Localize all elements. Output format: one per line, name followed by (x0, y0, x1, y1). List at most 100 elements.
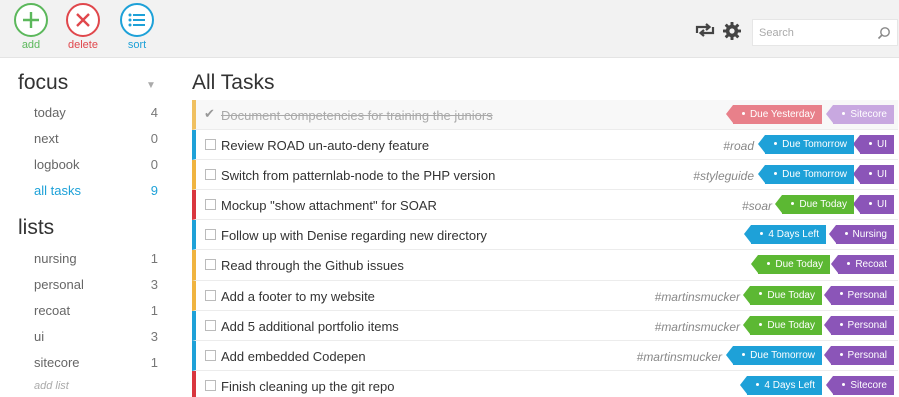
task-row[interactable]: Follow up with Denise regarding new dire… (192, 220, 898, 251)
sidebar-item-label: logbook (34, 157, 80, 172)
list-label[interactable]: Nursing (828, 225, 894, 245)
task-row[interactable]: Add a footer to my website Personal Due To… (192, 280, 898, 311)
task-checkbox[interactable] (205, 199, 216, 211)
task-checkbox[interactable] (205, 289, 216, 301)
sidebar: focus ▼ today 4 next 0 logbook 0 all tas… (0, 58, 172, 397)
sidebar-item-label: sitecore (34, 355, 80, 370)
task-hashtag[interactable]: #martinsmucker (655, 290, 740, 304)
task-row[interactable]: Finish cleaning up the git repo Sitecore 4… (192, 370, 898, 397)
sidebar-item-count: 9 (150, 183, 158, 198)
task-hashtag[interactable]: #martinsmucker (655, 320, 740, 334)
plus-icon (14, 3, 48, 37)
due-label[interactable]: Due Today (775, 195, 854, 215)
task-checkbox[interactable] (205, 259, 216, 271)
delete-button[interactable]: delete (58, 3, 108, 51)
sidebar-item-personal[interactable]: personal 3 (34, 277, 158, 297)
page-title: All Tasks (192, 71, 275, 94)
due-label[interactable]: Due Today (743, 315, 822, 335)
task-title: Switch from patternlab-node to the PHP v… (221, 168, 496, 184)
list-label[interactable]: UI (853, 135, 894, 155)
due-label[interactable]: Due Today (743, 285, 822, 305)
list-label[interactable]: Personal (823, 285, 894, 305)
due-label[interactable]: Due Yesterday (725, 105, 822, 124)
label-dot-icon (742, 352, 746, 356)
list-label[interactable]: UI (853, 195, 894, 215)
task-list: ✔ Document competencies for training the … (192, 100, 898, 397)
task-hashtag[interactable]: #road (723, 139, 754, 153)
label-dot-icon (759, 292, 763, 296)
sidebar-item-today[interactable]: today 4 (34, 105, 158, 125)
sidebar-item-all-tasks[interactable]: all tasks 9 (34, 183, 158, 203)
toolbar: add delete sort (0, 0, 899, 58)
list-icon (120, 3, 154, 37)
list-label[interactable]: Sitecore (826, 105, 894, 124)
due-label[interactable]: Due Today (751, 255, 830, 275)
sort-button[interactable]: sort (112, 3, 162, 51)
task-checkbox[interactable] (205, 349, 216, 361)
list-label[interactable]: Personal (823, 315, 894, 335)
sidebar-item-next[interactable]: next 0 (34, 131, 158, 151)
task-hashtag[interactable]: #soar (742, 199, 772, 213)
task-row[interactable]: Review ROAD un-auto-deny feature UI Due To… (192, 130, 898, 161)
due-label[interactable]: 4 Days Left (744, 225, 826, 245)
due-label-text: Due Today (767, 319, 815, 331)
sidebar-item-label: recoat (34, 303, 71, 318)
sort-label: sort (127, 39, 147, 51)
delete-label: delete (68, 39, 98, 51)
task-checkbox[interactable] (205, 379, 216, 391)
due-label-text: Due Yesterday (749, 109, 815, 120)
task-row[interactable]: ✔ Document competencies for training the … (192, 100, 898, 131)
list-label-text: UI (877, 139, 887, 151)
due-label-text: Due Tomorrow (782, 139, 847, 151)
task-title: Add a footer to my website (221, 288, 375, 304)
add-list-link[interactable]: add list (34, 380, 69, 392)
task-title: Finish cleaning up the git repo (221, 378, 395, 394)
add-label: add (21, 39, 41, 51)
task-checkbox[interactable] (205, 229, 216, 241)
sidebar-item-sitecore[interactable]: sitecore 1 (34, 355, 158, 375)
sync-icon[interactable] (695, 22, 715, 43)
label-dot-icon (869, 202, 872, 206)
task-row[interactable]: Switch from patternlab-node to the PHP v… (192, 160, 898, 191)
close-icon (66, 3, 100, 37)
task-title: Read through the Github issues (221, 258, 404, 274)
label-dot-icon (842, 111, 846, 115)
caret-down-icon[interactable]: ▼ (146, 80, 156, 91)
sidebar-item-ui[interactable]: ui 3 (34, 329, 158, 349)
label-dot-icon (774, 141, 778, 145)
sidebar-item-recoat[interactable]: recoat 1 (34, 303, 158, 323)
due-label[interactable]: Due Tomorrow (758, 135, 854, 155)
label-dot-icon (839, 292, 843, 296)
sidebar-item-count: 0 (150, 131, 158, 146)
label-dot-icon (759, 322, 763, 326)
task-row[interactable]: Add embedded Codepen Personal Due Tomorrow… (192, 340, 898, 371)
task-row[interactable]: Add 5 additional portfolio items Personal… (192, 310, 898, 341)
task-hashtag[interactable]: #martinsmucker (637, 350, 722, 364)
checkmark-icon[interactable]: ✔ (204, 106, 215, 122)
sidebar-item-nursing[interactable]: nursing 1 (34, 251, 158, 271)
label-dot-icon (774, 172, 778, 176)
sidebar-item-logbook[interactable]: logbook 0 (34, 157, 158, 177)
due-label[interactable]: 4 Days Left (740, 375, 822, 395)
gear-icon[interactable] (722, 21, 742, 46)
due-label-text: 4 Days Left (768, 229, 819, 241)
task-checkbox[interactable] (205, 169, 216, 181)
list-label[interactable]: Recoat (831, 255, 894, 275)
list-label[interactable]: UI (853, 165, 894, 185)
due-label[interactable]: Due Tomorrow (758, 165, 854, 185)
task-checkbox[interactable] (205, 139, 216, 151)
add-button[interactable]: add (6, 3, 56, 51)
search-input[interactable] (753, 20, 873, 45)
task-hashtag[interactable]: #styleguide (693, 169, 754, 183)
search-icon[interactable] (877, 26, 891, 45)
list-label[interactable]: Sitecore (826, 375, 894, 395)
label-dot-icon (869, 141, 872, 145)
label-dot-icon (756, 382, 760, 386)
task-row[interactable]: Mockup "show attachment" for SOAR UI Due T… (192, 190, 898, 221)
task-checkbox[interactable] (205, 319, 216, 331)
task-row[interactable]: Read through the Github issues Recoat Due … (192, 250, 898, 281)
task-title: Review ROAD un-auto-deny feature (221, 138, 430, 154)
due-label[interactable]: Due Tomorrow (726, 345, 822, 365)
sidebar-item-label: personal (34, 277, 84, 292)
list-label[interactable]: Personal (823, 345, 894, 365)
